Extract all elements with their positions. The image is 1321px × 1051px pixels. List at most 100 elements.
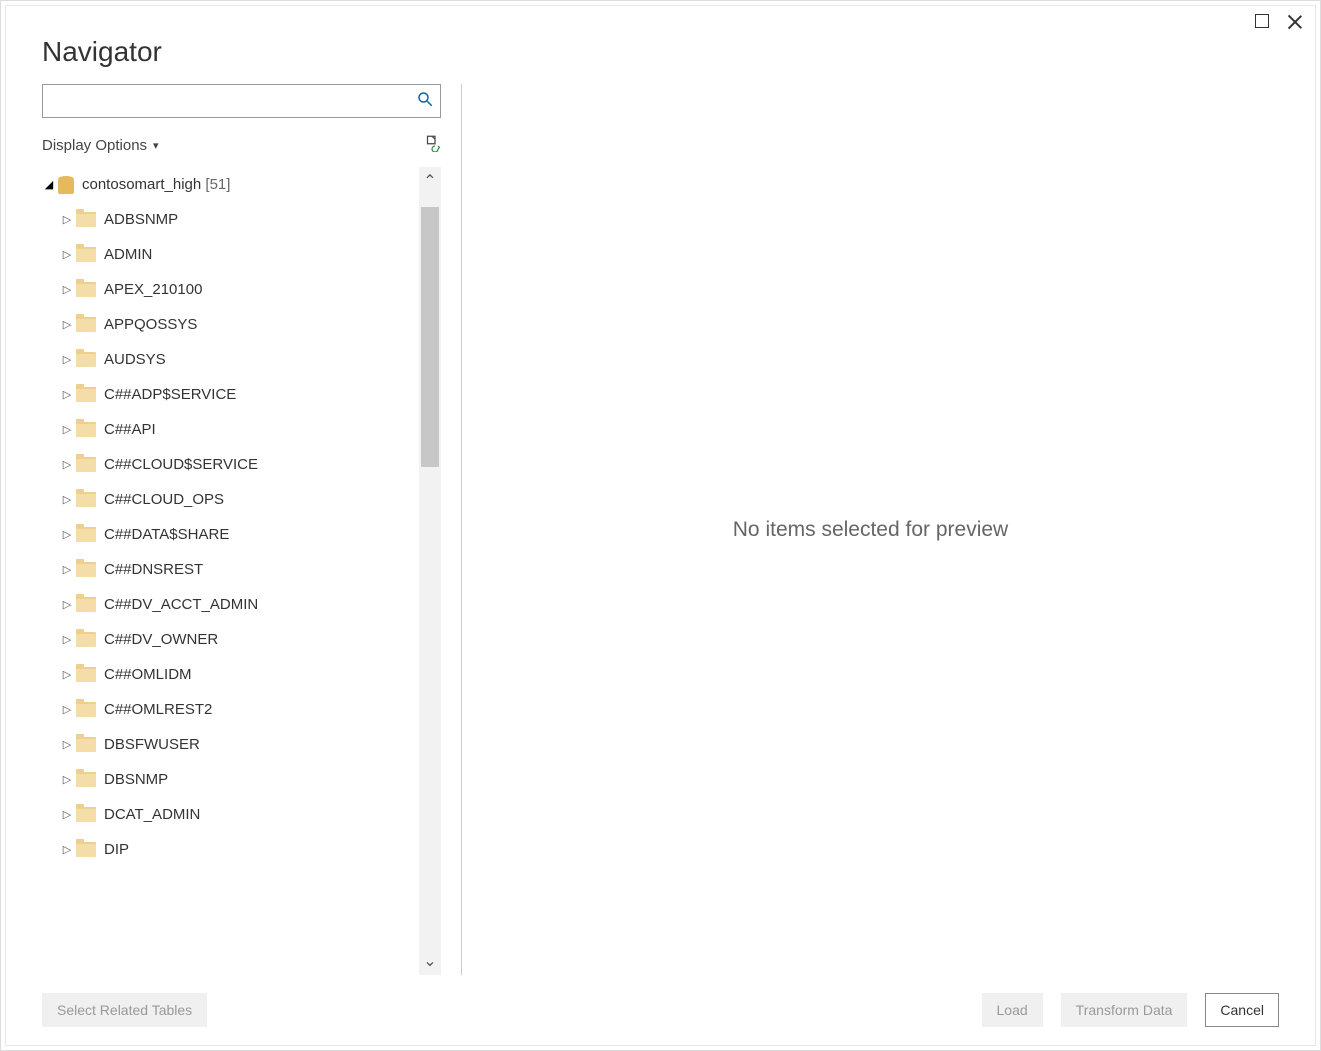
folder-icon bbox=[76, 492, 96, 507]
tree-item[interactable]: ▷ C##OMLIDM bbox=[42, 657, 415, 692]
expander-icon[interactable]: ▷ bbox=[60, 668, 74, 681]
chevron-down-icon: ▾ bbox=[153, 139, 159, 152]
tree-scrollbar[interactable]: ⌃ ⌄ bbox=[419, 167, 441, 975]
folder-icon bbox=[76, 282, 96, 297]
folder-icon bbox=[76, 807, 96, 822]
tree-item-label: C##DNSREST bbox=[104, 561, 203, 578]
navigator-left-pane: Display Options ▾ ◢ contosomart_high [51]… bbox=[42, 84, 462, 975]
dialog-title: Navigator bbox=[6, 12, 1315, 84]
tree-item[interactable]: ▷ C##API bbox=[42, 412, 415, 447]
tree-item[interactable]: ▷ DBSFWUSER bbox=[42, 727, 415, 762]
folder-icon bbox=[76, 247, 96, 262]
tree-container: ◢contosomart_high [51]▷ADBSNMP▷ADMIN▷APE… bbox=[42, 167, 441, 975]
tree-item-label: DBSNMP bbox=[104, 771, 168, 788]
tree-item-label: C##OMLREST2 bbox=[104, 701, 212, 718]
expander-icon[interactable]: ▷ bbox=[60, 388, 74, 401]
tree-item[interactable]: ▷ C##DV_OWNER bbox=[42, 622, 415, 657]
search-input[interactable] bbox=[49, 92, 416, 110]
tree-item[interactable]: ▷ C##CLOUD$SERVICE bbox=[42, 447, 415, 482]
tree-item-label: C##CLOUD_OPS bbox=[104, 491, 224, 508]
tree-item[interactable]: ▷ C##ADP$SERVICE bbox=[42, 377, 415, 412]
folder-icon bbox=[76, 317, 96, 332]
preview-empty-message: No items selected for preview bbox=[733, 518, 1008, 542]
tree-item[interactable]: ▷ APEX_210100 bbox=[42, 272, 415, 307]
dialog-body: Display Options ▾ ◢ contosomart_high [51]… bbox=[6, 84, 1315, 975]
tree-item-label: ADBSNMP bbox=[104, 211, 178, 228]
select-related-tables-button[interactable]: Select Related Tables bbox=[42, 993, 207, 1027]
expander-icon[interactable]: ▷ bbox=[60, 773, 74, 786]
close-icon[interactable] bbox=[1287, 14, 1303, 30]
tree-item-label: C##API bbox=[104, 421, 156, 438]
refresh-icon[interactable] bbox=[423, 134, 441, 157]
tree-item-label: C##DATA$SHARE bbox=[104, 526, 229, 543]
tree-item[interactable]: ▷ADMIN bbox=[42, 237, 415, 272]
navigator-dialog: Navigator Display Options ▾ bbox=[0, 0, 1321, 1051]
expander-icon[interactable]: ▷ bbox=[60, 738, 74, 751]
tree-item-label: C##ADP$SERVICE bbox=[104, 386, 236, 403]
tree-item[interactable]: ▷ ADBSNMP bbox=[42, 202, 415, 237]
scroll-down-icon[interactable]: ⌄ bbox=[423, 947, 436, 975]
expander-icon[interactable]: ▷ bbox=[60, 213, 74, 226]
dialog-footer: Select Related Tables Load Transform Dat… bbox=[6, 975, 1315, 1045]
tree-item[interactable]: ▷ DIP bbox=[42, 832, 415, 867]
load-button[interactable]: Load bbox=[982, 993, 1043, 1027]
expander-icon[interactable]: ▷ bbox=[60, 843, 74, 856]
folder-icon bbox=[76, 842, 96, 857]
schema-tree[interactable]: ◢contosomart_high [51]▷ADBSNMP▷ADMIN▷APE… bbox=[42, 167, 419, 975]
tree-item[interactable]: ▷ DBSNMP bbox=[42, 762, 415, 797]
scroll-thumb[interactable] bbox=[421, 207, 439, 467]
folder-icon bbox=[76, 352, 96, 367]
expander-icon[interactable]: ▷ bbox=[60, 458, 74, 471]
tree-item[interactable]: ▷ DCAT_ADMIN bbox=[42, 797, 415, 832]
expander-icon[interactable]: ▷ bbox=[60, 493, 74, 506]
expander-icon[interactable]: ▷ bbox=[60, 528, 74, 541]
expander-icon[interactable]: ▷ bbox=[60, 633, 74, 646]
tree-root[interactable]: ◢ contosomart_high [51] bbox=[42, 167, 415, 202]
folder-icon bbox=[76, 772, 96, 787]
transform-data-button[interactable]: Transform Data bbox=[1061, 993, 1188, 1027]
expander-icon[interactable]: ▷ bbox=[60, 423, 74, 436]
maximize-icon[interactable] bbox=[1255, 14, 1269, 28]
cancel-button[interactable]: Cancel bbox=[1205, 993, 1279, 1027]
preview-pane: No items selected for preview bbox=[462, 84, 1279, 975]
folder-icon bbox=[76, 387, 96, 402]
tree-item[interactable]: ▷ C##DATA$SHARE bbox=[42, 517, 415, 552]
folder-icon bbox=[76, 457, 96, 472]
tree-root-label: contosomart_high [51] bbox=[82, 176, 230, 193]
tree-item[interactable]: ▷ APPQOSSYS bbox=[42, 307, 415, 342]
display-options-dropdown[interactable]: Display Options ▾ bbox=[42, 137, 159, 154]
tree-item[interactable]: ▷ C##OMLREST2 bbox=[42, 692, 415, 727]
expander-icon[interactable]: ▷ bbox=[60, 353, 74, 366]
folder-icon bbox=[76, 667, 96, 682]
tree-item-label: APEX_210100 bbox=[104, 281, 202, 298]
tree-item-label: C##DV_ACCT_ADMIN bbox=[104, 596, 258, 613]
expander-icon[interactable]: ▷ bbox=[60, 808, 74, 821]
tree-item-label: DCAT_ADMIN bbox=[104, 806, 200, 823]
expander-icon[interactable]: ▷ bbox=[60, 703, 74, 716]
display-options-label: Display Options bbox=[42, 137, 147, 154]
options-row: Display Options ▾ bbox=[42, 128, 441, 167]
tree-item-label: C##DV_OWNER bbox=[104, 631, 218, 648]
tree-item[interactable]: ▷ C##DV_ACCT_ADMIN bbox=[42, 587, 415, 622]
expander-icon[interactable]: ◢ bbox=[42, 178, 56, 191]
tree-item-label: DIP bbox=[104, 841, 129, 858]
tree-item-label: DBSFWUSER bbox=[104, 736, 200, 753]
expander-icon[interactable]: ▷ bbox=[60, 563, 74, 576]
window-controls bbox=[1255, 14, 1303, 30]
tree-item-label: AUDSYS bbox=[104, 351, 166, 368]
search-icon[interactable] bbox=[416, 90, 434, 113]
tree-item[interactable]: ▷ C##DNSREST bbox=[42, 552, 415, 587]
folder-icon bbox=[76, 632, 96, 647]
tree-item[interactable]: ▷ C##CLOUD_OPS bbox=[42, 482, 415, 517]
expander-icon[interactable]: ▷ bbox=[60, 248, 74, 261]
tree-item-label: C##CLOUD$SERVICE bbox=[104, 456, 258, 473]
expander-icon[interactable]: ▷ bbox=[60, 598, 74, 611]
expander-icon[interactable]: ▷ bbox=[60, 283, 74, 296]
tree-item-label: C##OMLIDM bbox=[104, 666, 192, 683]
scroll-up-icon[interactable]: ⌃ bbox=[423, 167, 436, 195]
tree-item-label: APPQOSSYS bbox=[104, 316, 197, 333]
folder-icon bbox=[76, 422, 96, 437]
expander-icon[interactable]: ▷ bbox=[60, 318, 74, 331]
tree-item[interactable]: ▷ AUDSYS bbox=[42, 342, 415, 377]
search-box[interactable] bbox=[42, 84, 441, 118]
